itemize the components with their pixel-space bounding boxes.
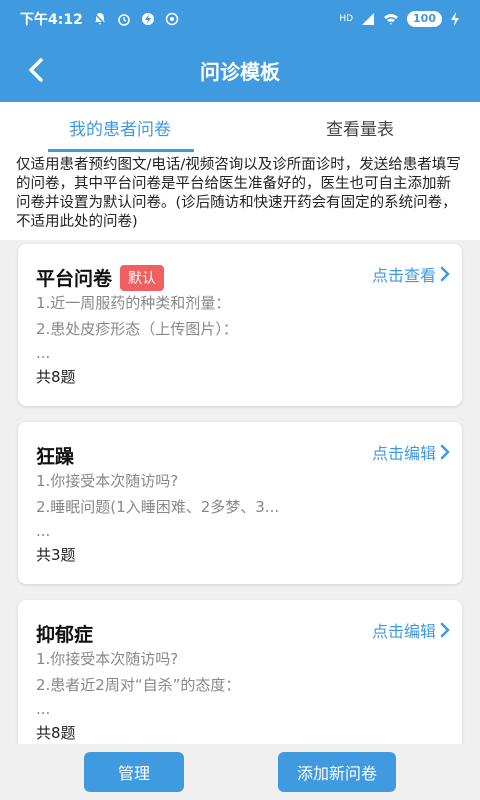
edit-link-label: 点击编辑 — [371, 622, 436, 641]
sync-icon — [165, 12, 179, 26]
default-badge: 默认 — [120, 264, 165, 291]
question-line: 2.患处皮疹形态（上传图片）： — [36, 320, 238, 338]
card-title: 平台问卷 — [36, 268, 113, 290]
add-questionnaire-button[interactable]: 添加新问卷 — [278, 752, 396, 792]
title-bar: 问诊模板 — [0, 38, 480, 102]
bolt-circle-icon — [141, 13, 154, 25]
card-title: 狂躁 — [36, 446, 75, 468]
tab-bar: 我的患者问卷 查看量表 — [0, 102, 480, 152]
bottom-bar — [0, 744, 480, 800]
question-count: 共8题 — [36, 724, 76, 742]
question-line: 1.近一周服药的种类和剂量： — [36, 294, 231, 312]
card-title-wrap: 狂躁 — [36, 442, 74, 469]
ellipsis-line: ... — [36, 700, 51, 718]
question-count: 共3题 — [36, 546, 76, 564]
ellipsis-line: ... — [36, 522, 51, 540]
view-link-label: 点击查看 — [371, 266, 436, 285]
alarm-icon — [118, 14, 130, 26]
chevron-right-icon — [440, 444, 450, 460]
status-bar: 下午4:12 HD 100 — [0, 0, 480, 38]
app-header: 下午4:12 HD 100 问诊模板 — [0, 0, 480, 102]
chevron-right-icon — [440, 622, 450, 638]
status-icons — [93, 12, 179, 26]
battery-indicator: 100 — [407, 11, 442, 27]
page-title: 问诊模板 — [200, 59, 280, 84]
card-title-wrap: 平台问卷 默认 — [36, 264, 165, 291]
tab-my-questionnaires[interactable]: 我的患者问卷 — [0, 102, 240, 152]
ellipsis-line: ... — [36, 344, 51, 362]
questionnaire-card[interactable]: 抑郁症 点击编辑 1.你接受本次随访吗? 2.患者近2周对“自杀”的态度： ..… — [18, 600, 462, 762]
status-time: 下午4:12 — [20, 12, 83, 28]
charging-icon — [451, 12, 459, 26]
wifi-icon — [384, 14, 399, 25]
manage-button[interactable]: 管理 — [84, 752, 184, 792]
mute-icon — [93, 12, 107, 26]
questionnaire-card[interactable]: 狂躁 点击编辑 1.你接受本次随访吗? 2.睡眠问题(1入睡困难、2多梦、3..… — [18, 422, 462, 584]
edit-link[interactable]: 点击编辑 — [372, 618, 450, 642]
signal-icon — [362, 13, 375, 25]
back-button[interactable] — [18, 52, 54, 88]
edit-link-label: 点击编辑 — [371, 444, 436, 463]
card-title: 抑郁症 — [36, 624, 94, 646]
question-line: 2.患者近2周对“自杀”的态度： — [36, 676, 241, 694]
card-title-wrap: 抑郁症 — [36, 620, 93, 647]
question-line: 2.睡眠问题(1入睡困难、2多梦、3... — [36, 498, 280, 516]
questionnaire-card[interactable]: 平台问卷 默认 点击查看 1.近一周服药的种类和剂量： 2.患处皮疹形态（上传图… — [18, 244, 462, 406]
view-link[interactable]: 点击查看 — [372, 262, 450, 286]
question-count: 共8题 — [36, 368, 76, 386]
edit-link[interactable]: 点击编辑 — [372, 440, 450, 464]
chevron-left-icon — [29, 58, 43, 82]
question-line: 1.你接受本次随访吗? — [36, 472, 179, 490]
tab-view-scales[interactable]: 查看量表 — [240, 102, 480, 152]
notice-text: 仅适用患者预约图文/电话/视频咨询以及诊所面诊时，发送给患者填写的问卷，其中平台… — [0, 152, 480, 240]
network-label: HD — [339, 14, 354, 24]
status-right: HD 100 — [339, 11, 460, 27]
question-line: 1.你接受本次随访吗? — [36, 650, 179, 668]
chevron-right-icon — [440, 266, 450, 282]
